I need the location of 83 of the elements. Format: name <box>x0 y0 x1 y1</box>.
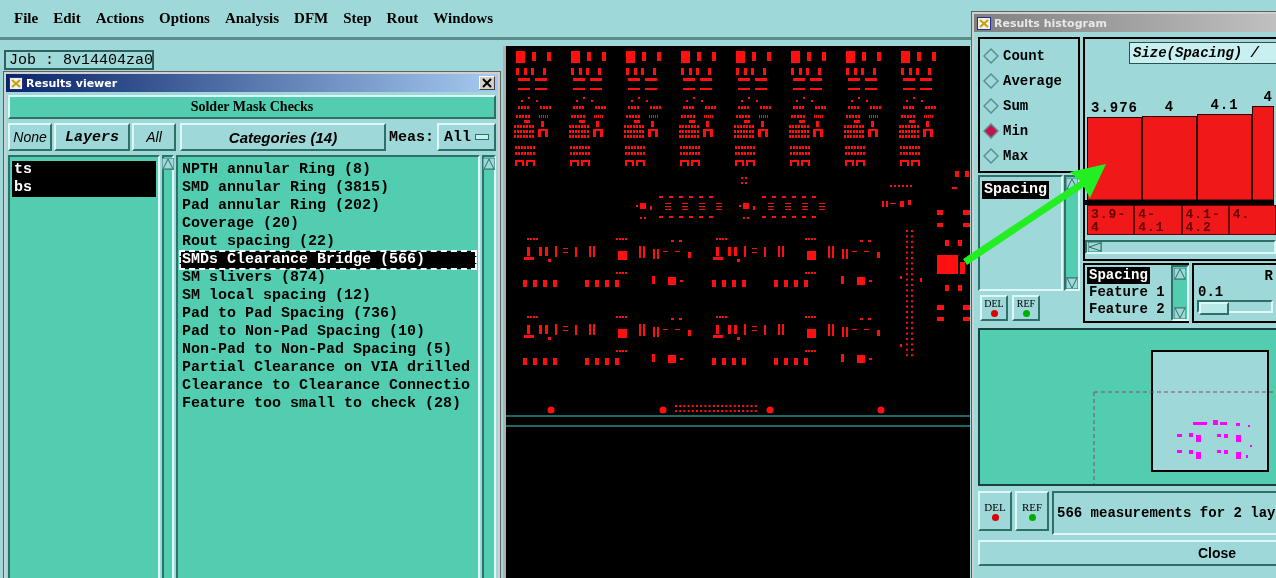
scrollbar[interactable] <box>482 155 496 578</box>
menu-item[interactable]: Actions <box>95 10 144 27</box>
scrollbar[interactable] <box>1064 175 1080 291</box>
category-label: 4-4.1 <box>1134 205 1182 235</box>
category-item[interactable]: Coverage (20) <box>180 215 476 233</box>
layers-heading: Layers <box>54 123 130 151</box>
range-slider[interactable] <box>1197 300 1273 313</box>
category-item[interactable]: Partial Clearance on VIA drilled <box>180 359 476 377</box>
bar-value-label: 4 <box>1263 89 1273 105</box>
category-item[interactable]: Pad annular Ring (202) <box>180 197 476 215</box>
bar-value-label: 4 <box>1164 99 1175 115</box>
marker-button[interactable]: REF <box>1015 491 1049 531</box>
close-button[interactable]: Close <box>978 540 1276 566</box>
down-arrow-icon[interactable] <box>1066 277 1078 289</box>
close-button[interactable] <box>479 76 495 90</box>
radio-label: Sum <box>1003 97 1029 114</box>
marker-button[interactable]: DEL <box>978 491 1012 531</box>
dropdown-indicator-icon[interactable] <box>475 134 489 140</box>
slider-thumb[interactable] <box>1199 302 1229 315</box>
radio-button[interactable] <box>983 72 999 89</box>
field-item[interactable]: Feature 1 <box>1087 284 1167 301</box>
range-label: R <box>1263 268 1273 284</box>
menu-item[interactable]: Analysis <box>224 10 280 27</box>
down-arrow-icon[interactable] <box>1174 307 1186 319</box>
category-item[interactable]: Rout spacing (22) <box>180 233 476 251</box>
radio-button[interactable] <box>983 47 999 64</box>
radio-button[interactable] <box>983 97 999 114</box>
up-arrow-icon[interactable] <box>162 158 174 170</box>
marker-button[interactable]: DEL <box>980 295 1008 321</box>
radio-button[interactable] <box>983 123 999 140</box>
field-item[interactable]: Spacing <box>1087 267 1150 284</box>
meas-dropdown[interactable]: All <box>437 123 496 151</box>
radio-label: Count <box>1003 47 1045 64</box>
scrollbar[interactable] <box>162 155 174 578</box>
scrollbar[interactable] <box>1085 240 1276 254</box>
category-item[interactable]: Non-Pad to Non-Pad Spacing (5) <box>180 341 476 359</box>
category-item[interactable]: Pad to Pad Spacing (736) <box>180 305 476 323</box>
layer-filter-button[interactable]: None <box>8 123 52 151</box>
category-item[interactable]: SMD annular Ring (3815) <box>180 179 476 197</box>
radio-button[interactable] <box>983 148 999 165</box>
category-item[interactable]: Pad to Non-Pad Spacing (10) <box>180 323 476 341</box>
category-label: 3.9-4 <box>1087 205 1135 235</box>
layer-item[interactable]: ts <box>12 161 156 179</box>
job-label: Job : 8v14404za0 <box>4 50 154 70</box>
categories-button[interactable]: Categories (14) <box>180 123 386 151</box>
bar-value-label: 4.1 <box>1210 97 1239 113</box>
menu-item[interactable]: Rout <box>386 10 419 27</box>
up-arrow-icon[interactable] <box>483 158 495 170</box>
left-arrow-icon[interactable] <box>1088 242 1102 252</box>
category-item[interactable]: Feature too small to check (28) <box>180 395 476 413</box>
window-title: Results histogram <box>994 16 1108 30</box>
meas-label: Meas: <box>389 128 434 146</box>
menu-item[interactable]: Edit <box>53 10 81 27</box>
measure-item[interactable]: Spacing <box>982 181 1049 199</box>
menu-item[interactable]: Windows <box>433 10 493 27</box>
range-value: 0.1 <box>1197 284 1225 300</box>
category-label: 4.1-4.2 <box>1181 205 1229 235</box>
field-item[interactable]: Feature 2 <box>1087 301 1167 318</box>
menu-item[interactable]: DFM <box>294 10 329 27</box>
up-arrow-icon[interactable] <box>1174 268 1186 280</box>
bar-value-label: 3.976 <box>1091 100 1138 116</box>
header-button[interactable]: Solder Mask Checks <box>8 95 496 119</box>
window-title: Results viewer <box>26 76 119 90</box>
category-item[interactable]: SM local spacing (12) <box>180 287 476 305</box>
category-item[interactable]: Clearance to Clearance Connectio <box>180 377 476 395</box>
menu-item[interactable]: Options <box>159 10 210 27</box>
radio-label: Min <box>1003 123 1029 140</box>
window-icon[interactable] <box>9 76 23 90</box>
menu-item[interactable]: File <box>14 10 39 27</box>
radio-label: Average <box>1003 72 1062 89</box>
menu-item[interactable]: Step <box>343 10 372 27</box>
status-message: 566 measurements for 2 lay <box>1052 491 1276 535</box>
layer-filter-button[interactable]: All <box>132 123 176 151</box>
radio-label: Max <box>1003 148 1029 165</box>
layer-item[interactable]: bs <box>12 179 156 197</box>
marker-button[interactable]: REF <box>1012 295 1040 321</box>
category-item[interactable]: NPTH annular Ring (8) <box>180 161 476 179</box>
category-item[interactable]: SM slivers (874) <box>180 269 476 287</box>
category-label: 4. <box>1228 205 1276 235</box>
scrollbar[interactable] <box>1171 265 1189 321</box>
chart-title: Size(Spacing) / <box>1129 42 1276 64</box>
dropdown-value: All <box>444 128 472 146</box>
category-item[interactable]: SMDs Clearance Bridge (566) <box>180 251 476 269</box>
